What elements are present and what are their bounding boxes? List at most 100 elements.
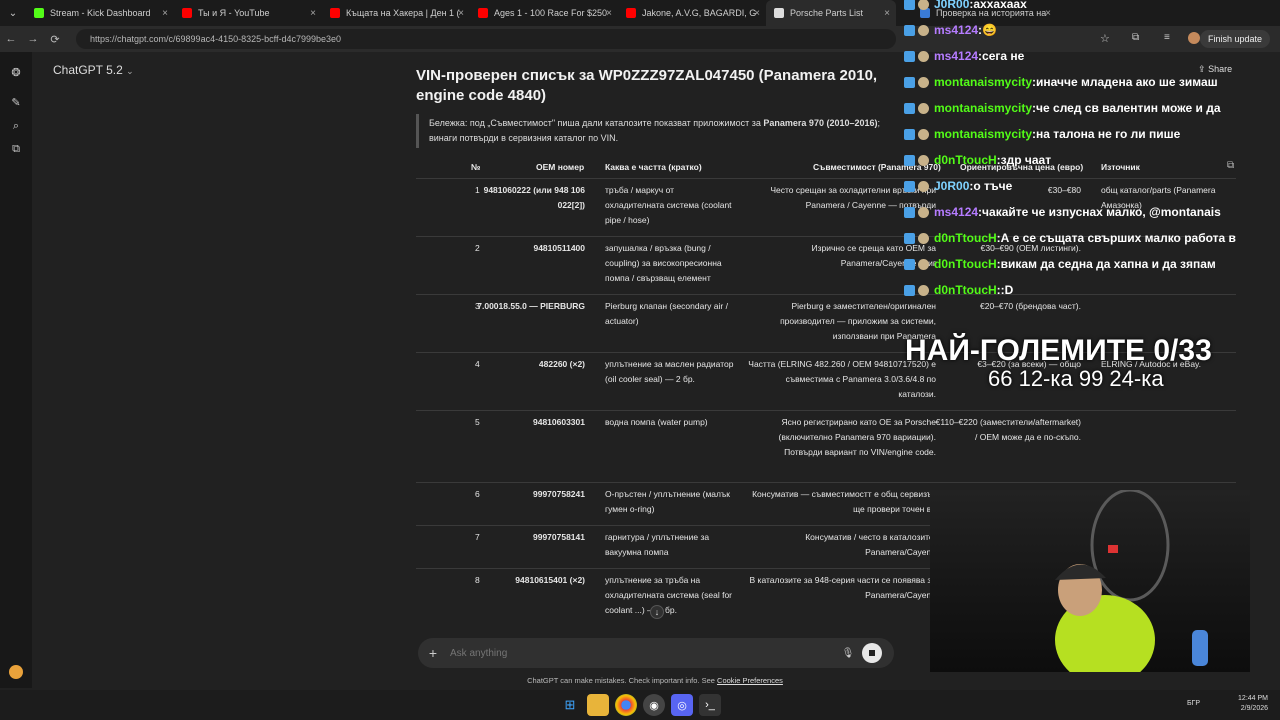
tab-favicon-icon xyxy=(182,8,192,18)
forward-icon[interactable]: → xyxy=(22,33,44,45)
answer-heading: VIN-проверен списък за WP0ZZZ97ZAL047450… xyxy=(416,67,878,104)
emote-badge-icon xyxy=(918,102,929,114)
chat-text: о тъче xyxy=(973,179,1013,193)
tab-close-icon[interactable]: × xyxy=(884,8,890,19)
search-icon[interactable]: ⌕ xyxy=(9,119,23,133)
chat-username: montanaismycity xyxy=(934,127,1033,141)
tab-close-icon[interactable]: × xyxy=(310,8,316,19)
add-attachment-icon[interactable]: + xyxy=(418,645,448,661)
cell-oem: 99970758141 xyxy=(532,532,585,542)
prompt-box: + 🎙︎ xyxy=(418,638,894,668)
chat-text: чакайте че изпуснах малко, @montanais xyxy=(982,205,1221,219)
model-selector[interactable]: ChatGPT 5.2 ⌄ xyxy=(53,63,134,77)
chat-username: montanaismycity xyxy=(934,101,1033,115)
tab-favicon-icon xyxy=(34,8,44,18)
chat-text: здр чаат xyxy=(1000,153,1052,167)
tab-0[interactable]: Stream - Kick Dashboard × xyxy=(26,0,174,26)
tab-4[interactable]: Jakone, A.V.G, BAGARDI, Goro,× xyxy=(618,0,766,26)
sub-badge-icon xyxy=(904,258,915,270)
tab-5[interactable]: Porsche Parts List × xyxy=(766,0,896,26)
emote-badge-icon xyxy=(918,258,929,270)
windows-taskbar: ⊞ ◉ ◎ ›_ xyxy=(0,690,1280,720)
cell-compat: Ясно регистрирано като OE за Porsche (вк… xyxy=(778,417,937,457)
openai-logo-icon[interactable]: ❂ xyxy=(9,66,23,80)
file-explorer-icon[interactable] xyxy=(587,694,609,716)
tab-3[interactable]: Ages 1 - 100 Race For $250,00 × xyxy=(470,0,618,26)
stop-icon xyxy=(869,650,875,656)
webcam-scene xyxy=(1055,490,1208,672)
chat-username: d0nTtoucH xyxy=(934,257,997,271)
sub-badge-icon xyxy=(904,50,915,62)
chat-message: J0R00 : о тъче xyxy=(904,176,1012,196)
tab-label: Къщата на Хакера | Ден 1 (CA xyxy=(346,8,460,18)
cookie-preferences-link[interactable]: Cookie Preferences xyxy=(717,676,783,685)
tab-favicon-icon xyxy=(330,8,340,18)
reload-icon[interactable]: ⟳ xyxy=(44,33,66,46)
cell-oem: 94810603301 xyxy=(532,417,585,427)
new-chat-icon[interactable]: ✎ xyxy=(9,96,23,110)
overlay-subtitle: 66 12-ка 99 24-ка xyxy=(988,366,1164,391)
emote-badge-icon xyxy=(918,76,929,88)
back-icon[interactable]: ← xyxy=(0,33,22,45)
chat-message: ms4124 : 😄 xyxy=(904,20,997,40)
tab-close-icon[interactable]: × xyxy=(606,8,612,19)
cell-oem: 99970758241 xyxy=(532,489,585,499)
cell-oem: 7.00018.55.0 — PIERBURG xyxy=(477,301,585,311)
obs-icon[interactable]: ◉ xyxy=(643,694,665,716)
chat-text: иначче младена ако ше зимаш xyxy=(1036,75,1218,89)
chat-username: d0nTtoucH xyxy=(934,231,997,245)
discord-icon[interactable]: ◎ xyxy=(671,694,693,716)
clock-time: 12:44 PM xyxy=(1238,695,1268,702)
sub-badge-icon xyxy=(904,154,915,166)
cell-what: водна помпа (water pump) xyxy=(605,417,708,427)
note-bold: Panamera 970 (2010–2016) xyxy=(763,118,878,128)
chat-username: ms4124 xyxy=(934,23,979,37)
emote-badge-icon xyxy=(918,0,929,10)
scroll-down-button[interactable]: ↓ xyxy=(650,605,664,619)
emote-badge-icon xyxy=(918,50,929,62)
prompt-input[interactable] xyxy=(448,646,838,660)
emote-badge-icon xyxy=(918,180,929,192)
tab-close-icon[interactable]: × xyxy=(754,8,760,19)
tab-close-icon[interactable]: × xyxy=(458,8,464,19)
tab-favicon-icon xyxy=(478,8,488,18)
overlay-title: НАЙ-ГОЛЕМИТЕ 0/33 xyxy=(905,334,1212,367)
cell-oem: 94810615401 (×2) xyxy=(515,575,585,585)
sub-badge-icon xyxy=(904,128,915,140)
chrome-icon[interactable] xyxy=(615,694,637,716)
chat-text: А е се същата свърших малко работа в xyxy=(1000,231,1236,245)
disclaimer: ChatGPT can make mistakes. Check importa… xyxy=(0,676,1280,685)
chat-text: сега не xyxy=(982,49,1025,63)
tab-1[interactable]: Ты и Я - YouTube × xyxy=(174,0,322,26)
clock-date: 2/9/2026 xyxy=(1240,705,1268,712)
stop-button[interactable] xyxy=(862,643,882,663)
chat-username: ms4124 xyxy=(934,205,979,219)
system-clock[interactable]: 12:44 PM 2/9/2026 xyxy=(1238,694,1268,714)
microphone-icon[interactable]: 🎙︎ xyxy=(838,648,858,659)
cell-oem: 94810511400 xyxy=(533,243,585,253)
tab-search-icon[interactable]: ⌄ xyxy=(0,8,26,19)
windows-start-icon[interactable]: ⊞ xyxy=(559,694,581,716)
terminal-icon[interactable]: ›_ xyxy=(699,694,721,716)
chat-message: montanaismycity : че след св валентин мо… xyxy=(904,98,1221,118)
cell-compat: В каталозите за 948-серия части се появя… xyxy=(749,575,936,600)
sub-badge-icon xyxy=(904,232,915,244)
language-indicator[interactable]: БГР xyxy=(1187,700,1200,707)
tab-favicon-icon xyxy=(626,8,636,18)
chat-message: ms4124 : чакайте че изпуснах малко, @mon… xyxy=(904,202,1221,222)
emote-badge-icon xyxy=(918,284,929,296)
chat-text: 😄 xyxy=(982,23,997,37)
chevron-down-icon: ⌄ xyxy=(126,66,134,76)
chat-text: че след св валентин може и да xyxy=(1036,101,1221,115)
url-field[interactable]: https://chatgpt.com/c/69899ac4-4150-8325… xyxy=(76,29,896,49)
tab-2[interactable]: Къщата на Хакера | Ден 1 (CA × xyxy=(322,0,470,26)
cell-what: уплътнение за маслен радиатор (oil coole… xyxy=(605,359,734,384)
chat-text: викам да седна да хапна и да зяпам xyxy=(1000,257,1216,271)
library-icon[interactable]: ⧉ xyxy=(9,142,23,156)
cell-what: запушалка / връзка (bung / coupling) за … xyxy=(605,243,722,283)
tab-close-icon[interactable]: × xyxy=(162,8,168,19)
note-blockquote: Бележка: под „Съвместимост" пиша дали ка… xyxy=(416,114,896,148)
chat-username: d0nTtoucH xyxy=(934,153,997,167)
tab-label: Stream - Kick Dashboard xyxy=(50,8,151,18)
cell-what: уплътнение за тръба на охладителната сис… xyxy=(605,575,733,615)
